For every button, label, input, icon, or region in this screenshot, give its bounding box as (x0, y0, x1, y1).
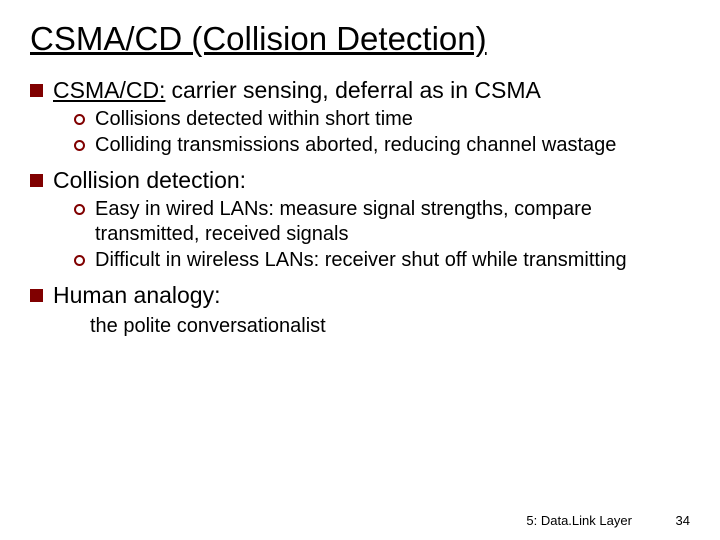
section-rest: carrier sensing, deferral as in CSMA (171, 77, 540, 103)
section-text: Human analogy: (53, 281, 221, 310)
section-rest: Collision detection: (53, 167, 246, 193)
plain-text: the polite conversationalist (90, 313, 690, 339)
footer-label: 5: Data.Link Layer (526, 513, 632, 528)
section-item: Collision detection: (30, 166, 690, 195)
circle-bullet-icon (74, 140, 85, 151)
section-rest: Human analogy: (53, 282, 221, 308)
sub-list: Easy in wired LANs: measure signal stren… (74, 197, 690, 273)
circle-bullet-icon (74, 114, 85, 125)
sub-item-text: Collisions detected within short time (95, 107, 413, 132)
section-item: Human analogy: (30, 281, 690, 310)
sub-list: Collisions detected within short time Co… (74, 107, 690, 158)
section-text: CSMA/CD:carrier sensing, deferral as in … (53, 76, 541, 105)
sub-item: Colliding transmissions aborted, reducin… (74, 133, 690, 158)
section-item: CSMA/CD:carrier sensing, deferral as in … (30, 76, 690, 105)
sub-item-text: Easy in wired LANs: measure signal stren… (95, 197, 690, 247)
footer-page-number: 34 (676, 513, 690, 528)
square-bullet-icon (30, 84, 43, 97)
circle-bullet-icon (74, 255, 85, 266)
circle-bullet-icon (74, 204, 85, 215)
sub-item-text: Colliding transmissions aborted, reducin… (95, 133, 616, 158)
section-text: Collision detection: (53, 166, 246, 195)
section-lead: CSMA/CD: (53, 77, 165, 103)
square-bullet-icon (30, 174, 43, 187)
footer: 5: Data.Link Layer 34 (526, 513, 690, 528)
slide: CSMA/CD (Collision Detection) CSMA/CD:ca… (0, 0, 720, 540)
sub-item: Difficult in wireless LANs: receiver shu… (74, 248, 690, 273)
sub-item: Easy in wired LANs: measure signal stren… (74, 197, 690, 247)
square-bullet-icon (30, 289, 43, 302)
sub-item: Collisions detected within short time (74, 107, 690, 132)
slide-title: CSMA/CD (Collision Detection) (30, 20, 690, 58)
sub-item-text: Difficult in wireless LANs: receiver shu… (95, 248, 627, 273)
